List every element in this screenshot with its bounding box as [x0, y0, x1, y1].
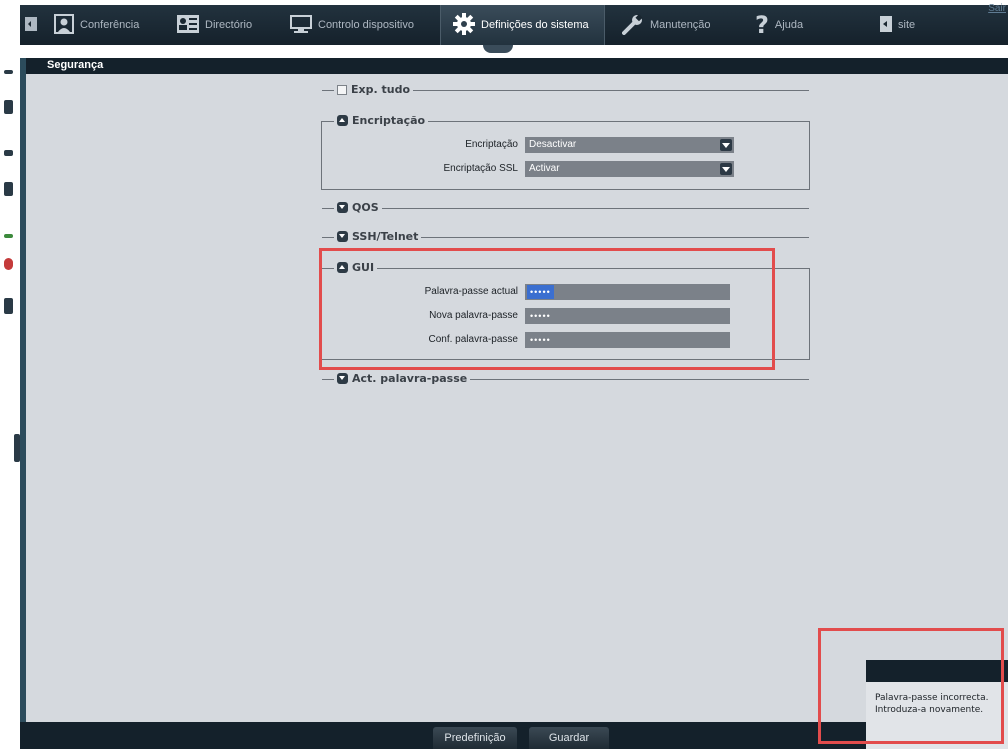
collapse-icon — [337, 115, 348, 126]
current-password-input[interactable]: ••••• — [525, 284, 730, 300]
nav-device-control[interactable]: Controlo dispositivo — [290, 5, 430, 45]
nav-site[interactable]: site — [880, 5, 940, 45]
collapse-icon — [337, 262, 348, 273]
chevron-down-icon — [720, 139, 732, 151]
help-icon: ? — [755, 11, 769, 39]
new-password-value: ••••• — [530, 311, 551, 321]
strip-mark — [4, 100, 13, 114]
expand-all-toggle[interactable]: Exp. tudo — [334, 83, 414, 96]
section-title: Segurança — [47, 59, 104, 71]
nav-directory[interactable]: Directório — [177, 5, 277, 45]
encryption-group-title: Encriptação — [352, 114, 426, 127]
main-nav: Conferência Directório Controlo disposit… — [20, 5, 1008, 45]
notification-line-2: Introduza-a novamente. — [875, 705, 984, 715]
exit-link[interactable]: Sair — [988, 3, 1006, 14]
encryption-select[interactable]: Desactivar — [525, 137, 734, 153]
site-icon — [880, 15, 892, 35]
notification-line-1: Palavra-passe incorrecta. — [875, 693, 989, 703]
strip-mark — [4, 298, 13, 314]
nav-system-settings-label: Definições do sistema — [481, 19, 589, 31]
conference-icon — [54, 13, 74, 37]
nav-maintenance[interactable]: Manutenção — [622, 5, 732, 45]
nav-back[interactable] — [25, 5, 47, 45]
expand-all-label: Exp. tudo — [351, 83, 411, 96]
expand-icon — [337, 231, 348, 242]
nav-system-settings[interactable]: Definições do sistema — [440, 5, 605, 45]
chevron-down-icon — [720, 163, 732, 175]
new-password-label: Nova palavra-passe — [429, 310, 518, 321]
expand-icon — [337, 202, 348, 213]
nav-help-label: Ajuda — [774, 19, 804, 31]
ssh-group-title: SSH/Telnet — [352, 230, 419, 243]
expand-all-checkbox[interactable] — [337, 84, 347, 95]
ssl-encryption-value: Activar — [529, 163, 560, 174]
qos-group-header[interactable]: QOS — [334, 201, 382, 214]
app-window: Conferência Directório Controlo disposit… — [0, 0, 1008, 749]
save-button[interactable]: Guardar — [529, 727, 609, 749]
default-button[interactable]: Predefinição — [433, 727, 517, 749]
password-update-group-title: Act. palavra-passe — [352, 372, 468, 385]
strip-mark — [4, 258, 13, 270]
nav-help[interactable]: ? Ajuda — [755, 5, 825, 45]
confirm-password-label: Conf. palavra-passe — [428, 334, 519, 345]
wrench-icon — [622, 13, 644, 38]
gui-group-header[interactable]: GUI — [334, 261, 378, 274]
strip-mark — [4, 234, 13, 238]
encryption-group-header[interactable]: Encriptação — [334, 114, 429, 127]
nav-directory-label: Directório — [205, 19, 253, 31]
nav-maintenance-label: Manutenção — [650, 19, 711, 31]
strip-mark — [4, 70, 13, 74]
nav-conference-label: Conferência — [80, 19, 140, 31]
active-nav-indicator — [483, 45, 513, 53]
directory-icon — [177, 14, 199, 36]
ssl-encryption-label: Encriptação SSL — [443, 163, 519, 174]
confirm-password-input[interactable]: ••••• — [525, 332, 730, 348]
back-icon — [25, 16, 37, 34]
qos-group-title: QOS — [352, 201, 379, 214]
left-strip — [0, 58, 20, 749]
encryption-group — [321, 121, 810, 190]
encryption-value: Desactivar — [529, 139, 577, 150]
group-divider — [322, 208, 809, 209]
gui-group-title: GUI — [352, 261, 375, 274]
ssh-group-header[interactable]: SSH/Telnet — [334, 230, 422, 243]
confirm-password-value: ••••• — [530, 335, 551, 345]
nav-conference[interactable]: Conferência — [54, 5, 174, 45]
gear-icon — [453, 12, 475, 38]
expand-icon — [337, 373, 348, 384]
encryption-label: Encriptação — [465, 139, 518, 150]
new-password-input[interactable]: ••••• — [525, 308, 730, 324]
section-header — [20, 58, 1008, 74]
password-update-group-header[interactable]: Act. palavra-passe — [334, 372, 471, 385]
nav-site-label: site — [898, 19, 916, 31]
current-password-value: ••••• — [527, 285, 554, 299]
notification-header — [866, 660, 1008, 682]
section-accent — [20, 58, 26, 722]
strip-mark — [4, 150, 13, 156]
nav-device-control-label: Controlo dispositivo — [318, 19, 414, 31]
monitor-icon — [290, 14, 312, 36]
current-password-label: Palavra-passe actual — [424, 286, 518, 297]
strip-mark — [4, 182, 13, 196]
notification-message: Palavra-passe incorrecta. Introduza-a no… — [875, 692, 1005, 716]
ssl-encryption-select[interactable]: Activar — [525, 161, 734, 177]
